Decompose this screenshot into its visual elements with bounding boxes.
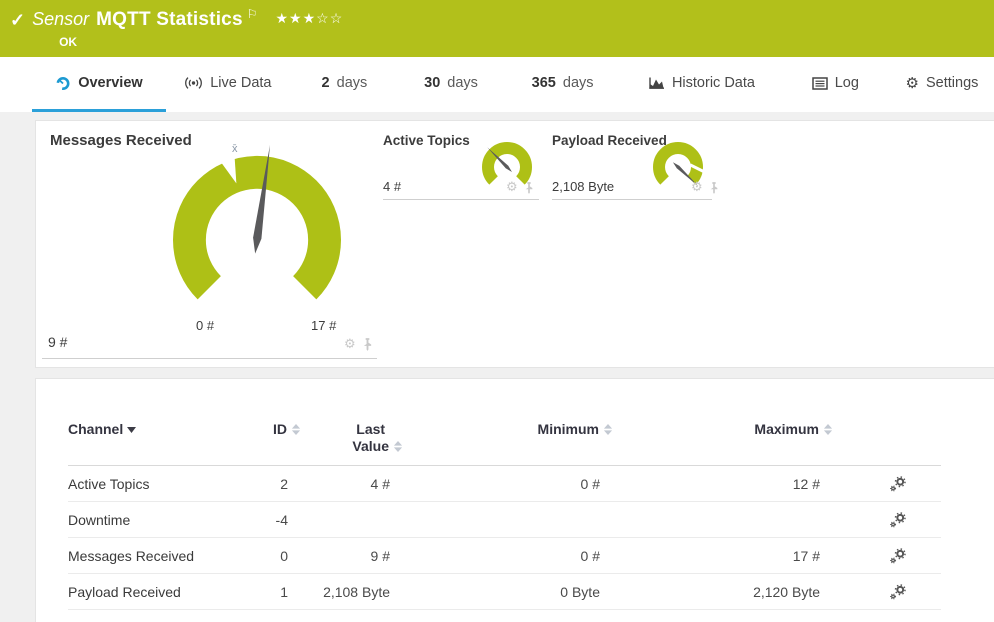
pin-icon[interactable] <box>524 181 534 194</box>
gauge-min-label: 0 # <box>196 318 215 333</box>
mini-gauge-value: 2,108 Byte <box>552 179 615 194</box>
column-header-channel[interactable]: Channel <box>68 421 258 438</box>
tab-30-days-word: days <box>447 75 478 91</box>
channel-gear-icon[interactable]: ⚙ <box>344 338 356 351</box>
channel-name: Payload Received <box>68 583 181 600</box>
page-title: MQTT Statistics <box>96 9 243 30</box>
channel-id: 2 <box>280 475 288 492</box>
tab-historic-data-label: Historic Data <box>671 75 755 91</box>
column-header-maximum[interactable]: Maximum <box>613 421 833 438</box>
tab-365-days-word: days <box>562 75 594 91</box>
channel-minimum: 0 # <box>580 475 600 492</box>
tab-30-days-number: 30 <box>424 75 441 91</box>
channel-minimum: 0 # <box>580 547 600 564</box>
column-header-last-value[interactable]: Last Value <box>301 421 403 455</box>
primary-gauge <box>173 145 341 300</box>
column-header-minimum[interactable]: Minimum <box>403 421 613 438</box>
area-chart-icon <box>648 76 665 90</box>
channel-maximum: 17 # <box>792 547 820 564</box>
primary-gauge-value: 9 # <box>48 334 68 350</box>
table-header-row: Channel ID Last Value Minimum Maximum <box>68 421 941 466</box>
caret-down-icon[interactable] <box>127 426 137 433</box>
gauge-max-label: 17 # <box>311 318 337 333</box>
flag-icon[interactable]: ⚐ <box>247 7 258 21</box>
tab-overview[interactable]: Overview <box>32 57 166 112</box>
tab-2-days[interactable]: 2 days <box>290 57 399 112</box>
channel-id: -4 <box>275 511 288 528</box>
status-check-icon: ✓ <box>10 10 26 30</box>
gauge-icon <box>55 75 71 91</box>
mini-gauge-title: Active Topics <box>383 133 470 148</box>
cell-underline <box>42 358 377 359</box>
mini-gauge-value: 4 # <box>383 179 402 194</box>
channel-last-value: 2,108 Byte <box>323 583 390 600</box>
gauges-panel: Messages Received x̄ 0 # 17 # 9 # ⚙ Acti… <box>35 120 994 368</box>
tab-bar: Overview Live Data 2 days 30 days 365 da… <box>0 57 994 112</box>
priority-stars[interactable]: ★★★☆☆ <box>275 10 343 27</box>
tab-overview-label: Overview <box>78 75 143 91</box>
table-row: Downtime -4 <box>68 502 941 538</box>
channel-name: Downtime <box>68 511 131 528</box>
sort-icon[interactable] <box>823 423 833 436</box>
broadcast-icon <box>184 76 203 90</box>
tab-30-days[interactable]: 30 days <box>399 57 503 112</box>
tab-log[interactable]: Log <box>781 57 890 112</box>
channel-gear-icon[interactable]: ⚙ <box>506 181 518 194</box>
sort-icon[interactable] <box>393 440 403 453</box>
channel-id: 1 <box>280 583 288 600</box>
channel-settings-icon[interactable] <box>889 511 907 529</box>
channel-settings-icon[interactable] <box>889 583 907 601</box>
channel-id: 0 <box>280 547 288 564</box>
table-row: Payload Received 1 2,108 Byte 0 Byte 2,1… <box>68 574 941 610</box>
tab-settings-label: Settings <box>925 75 979 91</box>
channel-settings-icon[interactable] <box>889 475 907 493</box>
tab-2-days-word: days <box>336 75 368 91</box>
page-content: Messages Received x̄ 0 # 17 # 9 # ⚙ Acti… <box>0 112 994 622</box>
channel-maximum: 2,120 Byte <box>753 583 820 600</box>
table-row: Messages Received 0 9 # 0 # 17 # <box>68 538 941 574</box>
column-header-id[interactable]: ID <box>258 421 301 438</box>
table-row: Active Topics 2 4 # 0 # 12 # <box>68 466 941 502</box>
channel-settings-icon[interactable] <box>889 547 907 565</box>
channel-maximum: 12 # <box>792 475 820 492</box>
tab-365-days[interactable]: 365 days <box>503 57 622 112</box>
channel-last-value: 9 # <box>370 547 390 564</box>
pin-icon[interactable] <box>709 181 719 194</box>
gear-icon: ⚙ <box>905 73 919 92</box>
channels-panel: Channel ID Last Value Minimum Maximum Ac… <box>35 378 994 622</box>
stars-filled: ★★★ <box>275 10 317 26</box>
tab-historic-data[interactable]: Historic Data <box>622 57 781 112</box>
channel-minimum: 0 Byte <box>560 583 600 600</box>
log-list-icon <box>811 76 828 90</box>
cell-underline <box>383 199 539 200</box>
channel-last-value: 4 # <box>370 475 390 492</box>
sort-icon[interactable] <box>603 423 613 436</box>
channels-table: Channel ID Last Value Minimum Maximum Ac… <box>68 421 941 610</box>
cell-underline <box>552 199 712 200</box>
tab-settings[interactable]: ⚙ Settings <box>890 57 994 112</box>
status-badge: OK <box>59 35 78 49</box>
channel-name: Active Topics <box>68 475 150 492</box>
channel-name: Messages Received <box>68 547 195 564</box>
tab-live-data[interactable]: Live Data <box>166 57 290 112</box>
tab-live-data-label: Live Data <box>210 75 272 91</box>
sensor-header: ✓ Sensor MQTT Statistics ⚐ ★★★☆☆ OK <box>0 0 994 57</box>
tab-365-days-number: 365 <box>531 75 556 91</box>
channel-gear-icon[interactable]: ⚙ <box>691 181 703 194</box>
object-kind-label: Sensor <box>32 9 90 29</box>
tab-log-label: Log <box>834 75 859 91</box>
sort-icon[interactable] <box>291 423 301 436</box>
stars-empty: ☆☆ <box>316 10 344 26</box>
pin-icon[interactable] <box>362 338 373 351</box>
tab-2-days-number: 2 <box>321 75 330 91</box>
